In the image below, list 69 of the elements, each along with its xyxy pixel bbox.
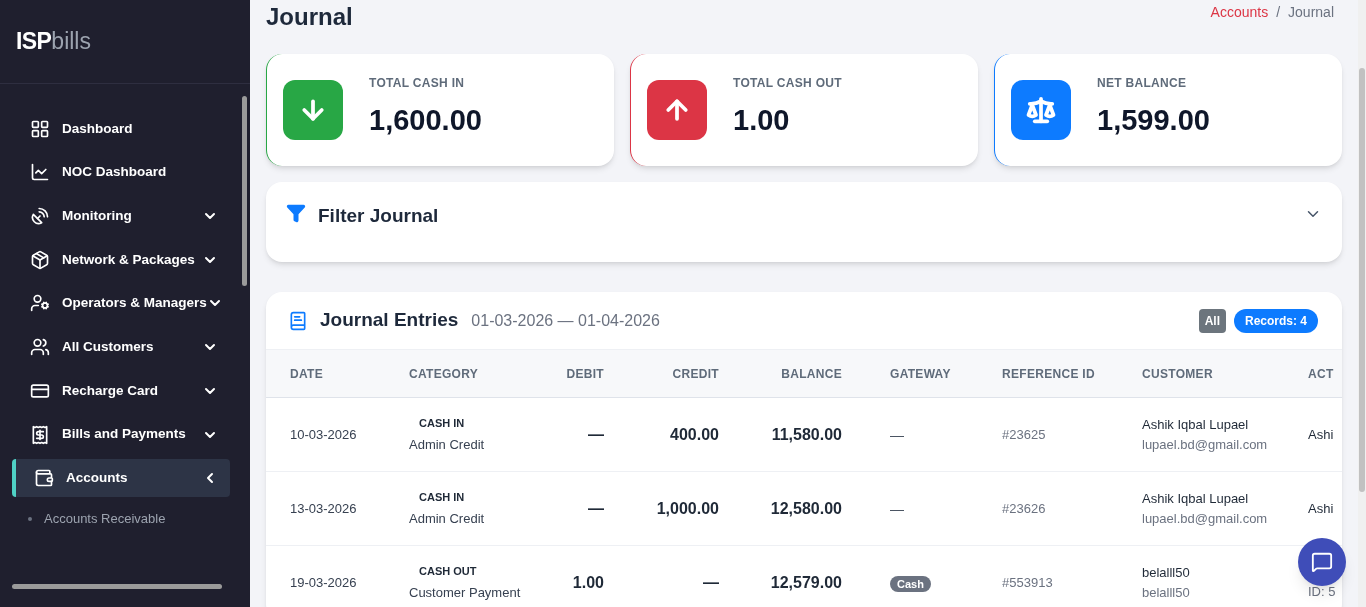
column-header: DATE [290,365,324,383]
customer-name: Ashik Iqbal Lupael [1142,490,1250,508]
customer-email: belalll50 [1142,583,1191,602]
submenu-item[interactable]: Accounts Receivable [44,509,166,529]
page-title: Journal [266,2,353,32]
category-label: CASH IN [418,490,466,505]
table-cell: — [890,500,904,517]
table-cell-text: 12,580.00 [769,498,842,519]
stat-label: TOTAL CASH IN [369,74,466,92]
stat-value: 1,600.00 [369,105,482,135]
customer-name: belalll50 [1142,564,1191,582]
table-cell-text: — [587,498,604,519]
logo[interactable]: ISPbills [16,30,91,53]
count-badge: All [1198,308,1226,333]
table-cell-text: 19-03-2026 [290,573,358,592]
sidebar-item[interactable]: NOC Dashboard [12,153,230,192]
stat-value: 1.00 [733,105,791,135]
sidebar-item[interactable]: All Customers [12,328,230,367]
table-cell-text: 1,000.00 [655,498,719,519]
sidebar-item[interactable]: Operators & Managers [12,284,230,323]
table-cell-text: Admin Credit [409,435,486,454]
column-header: CUSTOMER [1142,365,1214,383]
card-title: Journal Entries [320,308,459,333]
gateway-badge: Cash [890,575,931,592]
table-cell-text: 10-03-2026 [290,425,358,444]
table-cell-text: 1.00 [571,572,604,593]
column-header: CREDIT [671,365,719,383]
count-badge: Records: 4 [1233,308,1318,333]
table-cell-text: — [587,424,604,445]
date-range: 01-03-2026 — 01-04-2026 [471,310,661,331]
table-cell-text: #23626 [1002,499,1047,518]
filter-card[interactable]: Filter Journal [266,182,1342,262]
table-cell: — [890,426,904,443]
sidebar-item[interactable]: Monitoring [12,197,230,236]
category-label: CASH IN [418,416,466,431]
table-cell-text: ID: 5 [1308,582,1337,601]
sidebar-item[interactable]: Network & Packages [12,240,230,279]
sidebar-item[interactable]: Bills and Payments [12,415,230,454]
breadcrumb-separator: / [1276,3,1281,22]
table-cell-text: 400.00 [669,424,719,445]
table-cell-text: Admin Credit [409,509,486,528]
table-cell-text: Customer Payment [409,583,522,602]
column-header: REFERENCE ID [1002,365,1096,383]
stat-label: TOTAL CASH OUT [733,74,842,92]
table-cell-text: #553913 [1002,573,1054,592]
stat-value: 1,599.00 [1097,105,1210,135]
sidebar-item[interactable]: Dashboard [12,109,230,148]
breadcrumb-link[interactable]: Accounts [1210,2,1269,23]
sidebar-item[interactable]: Accounts [12,459,230,498]
column-header: ACT [1308,365,1335,383]
column-header: BALANCE [780,365,842,383]
customer-name: Ashik Iqbal Lupael [1142,416,1250,434]
breadcrumb-current: Journal [1288,3,1334,22]
sidebar-item[interactable]: Recharge Card [12,371,230,410]
customer-email: lupael.bd@gmail.com [1142,509,1269,528]
table-cell-text: 11,580.00 [770,424,842,445]
table-cell-text: 13-03-2026 [290,499,358,518]
stat-label: NET BALANCE [1097,74,1188,92]
column-header: DEBIT [565,365,604,383]
customer-email: lupael.bd@gmail.com [1142,435,1269,454]
table-cell-text: 12,579.00 [769,572,842,593]
filter-title: Filter Journal [318,204,440,228]
table-cell-text: Ashi [1308,425,1335,444]
column-header: GATEWAY [890,365,952,383]
column-header: CATEGORY [409,365,480,383]
table-cell-text: Ashi [1308,499,1335,518]
category-label: CASH OUT [418,564,478,579]
table-cell-text: #23625 [1002,425,1047,444]
table-cell-text: — [702,572,719,593]
